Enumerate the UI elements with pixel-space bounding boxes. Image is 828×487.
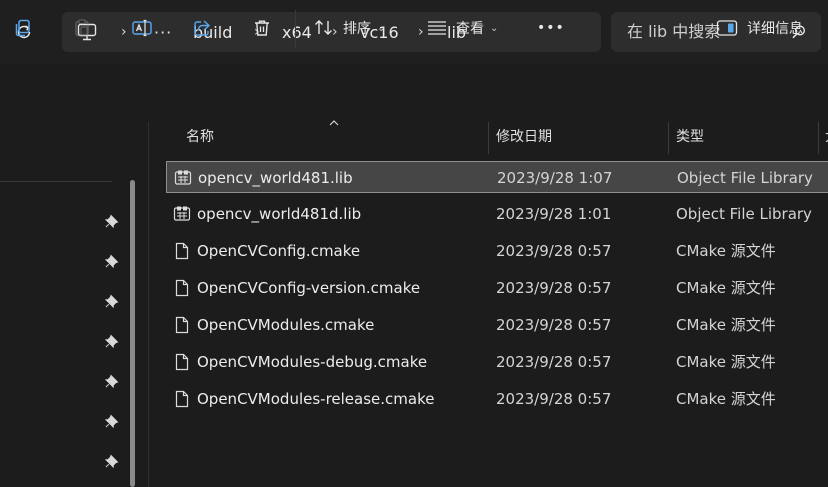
column-divider[interactable] (488, 122, 489, 154)
document-icon (173, 242, 191, 260)
column-header-row: 名称 修改日期 类型 大 (149, 122, 828, 154)
file-modified: 2023/9/28 0:57 (496, 279, 612, 297)
file-name: OpenCVConfig.cmake (197, 242, 361, 260)
file-row[interactable]: OpenCVModules-debug.cmake 2023/9/28 0:57… (166, 346, 828, 378)
pin-icon[interactable] (104, 413, 120, 429)
file-row[interactable]: opencv_world481d.lib 2023/9/28 1:01 Obje… (166, 198, 828, 230)
file-modified: 2023/9/28 1:07 (497, 169, 613, 187)
rename-icon (132, 19, 152, 37)
file-name: opencv_world481d.lib (197, 205, 362, 223)
pin-icon[interactable] (104, 373, 120, 389)
file-type: CMake 源文件 (676, 242, 776, 260)
file-type: CMake 源文件 (676, 353, 776, 371)
column-divider[interactable] (668, 122, 669, 154)
sort-label: 排序 (343, 21, 371, 37)
pin-icon[interactable] (104, 253, 120, 269)
share-icon (194, 20, 211, 36)
file-type: CMake 源文件 (676, 279, 776, 297)
paste-button[interactable] (66, 10, 98, 46)
copy-icon (15, 19, 30, 37)
file-modified: 2023/9/28 0:57 (496, 353, 612, 371)
sort-icon (315, 20, 332, 35)
document-icon (173, 353, 191, 371)
document-icon (173, 279, 191, 297)
column-header-type[interactable]: 类型 (676, 122, 704, 154)
share-button[interactable] (186, 10, 218, 46)
document-icon (173, 316, 191, 334)
file-modified: 2023/9/28 0:57 (496, 316, 612, 334)
details-pane-label: 详细信息 (747, 21, 803, 37)
chevron-down-icon: ⌄ (490, 22, 499, 34)
file-row[interactable]: OpenCVConfig.cmake 2023/9/28 0:57 CMake … (166, 235, 828, 267)
pin-icon[interactable] (104, 293, 120, 309)
column-header-name[interactable]: 名称 (186, 122, 214, 154)
toolbar-divider (295, 10, 296, 48)
pane-divider[interactable] (148, 122, 149, 487)
chevron-down-icon: ⌄ (377, 22, 386, 34)
navigation-scrollbar[interactable] (130, 180, 135, 487)
file-row[interactable]: OpenCVModules.cmake 2023/9/28 0:57 CMake… (166, 309, 828, 341)
navigation-divider (0, 181, 112, 182)
breadcrumb-item-x64[interactable]: x64 (282, 12, 312, 52)
file-name: opencv_world481.lib (198, 169, 353, 187)
sort-button[interactable]: 排序 ⌄ (313, 10, 385, 46)
pin-icon[interactable] (104, 213, 120, 229)
delete-button[interactable] (246, 10, 278, 46)
file-name: OpenCVModules-debug.cmake (197, 353, 428, 371)
breadcrumb-chevron-icon[interactable]: › (418, 12, 424, 52)
paste-icon (75, 19, 89, 37)
column-divider[interactable] (818, 122, 819, 154)
file-row[interactable]: OpenCVModules-release.cmake 2023/9/28 0:… (166, 383, 828, 415)
file-row[interactable]: opencv_world481.lib 2023/9/28 1:07 Objec… (166, 161, 828, 193)
trash-icon (255, 20, 269, 36)
details-pane-button[interactable]: 详细信息 (716, 10, 803, 46)
see-more-button[interactable]: ••• (537, 10, 565, 46)
view-label: 查看 (456, 21, 484, 37)
file-type: Object File Library (677, 169, 813, 187)
column-header-modified[interactable]: 修改日期 (496, 122, 552, 154)
rename-button[interactable] (126, 10, 158, 46)
file-name: OpenCVModules.cmake (197, 316, 375, 334)
pin-icon[interactable] (104, 453, 120, 469)
view-button[interactable]: 查看 ⌄ (426, 10, 498, 46)
file-modified: 2023/9/28 1:01 (496, 205, 612, 223)
document-icon (173, 390, 191, 408)
file-name: OpenCVConfig-version.cmake (197, 279, 421, 297)
file-name: OpenCVModules-release.cmake (197, 390, 435, 408)
file-type: CMake 源文件 (676, 316, 776, 334)
details-pane-icon (716, 20, 738, 36)
file-type: Object File Library (676, 205, 812, 223)
pin-icon[interactable] (104, 333, 120, 349)
copy-button[interactable] (6, 10, 38, 46)
file-modified: 2023/9/28 0:57 (496, 390, 612, 408)
file-row[interactable]: OpenCVConfig-version.cmake 2023/9/28 0:5… (166, 272, 828, 304)
file-modified: 2023/9/28 0:57 (496, 242, 612, 260)
lib-file-icon (173, 205, 191, 223)
lib-file-icon (174, 169, 192, 187)
view-list-icon (428, 21, 446, 35)
file-type: CMake 源文件 (676, 390, 776, 408)
command-bar (0, 64, 828, 122)
